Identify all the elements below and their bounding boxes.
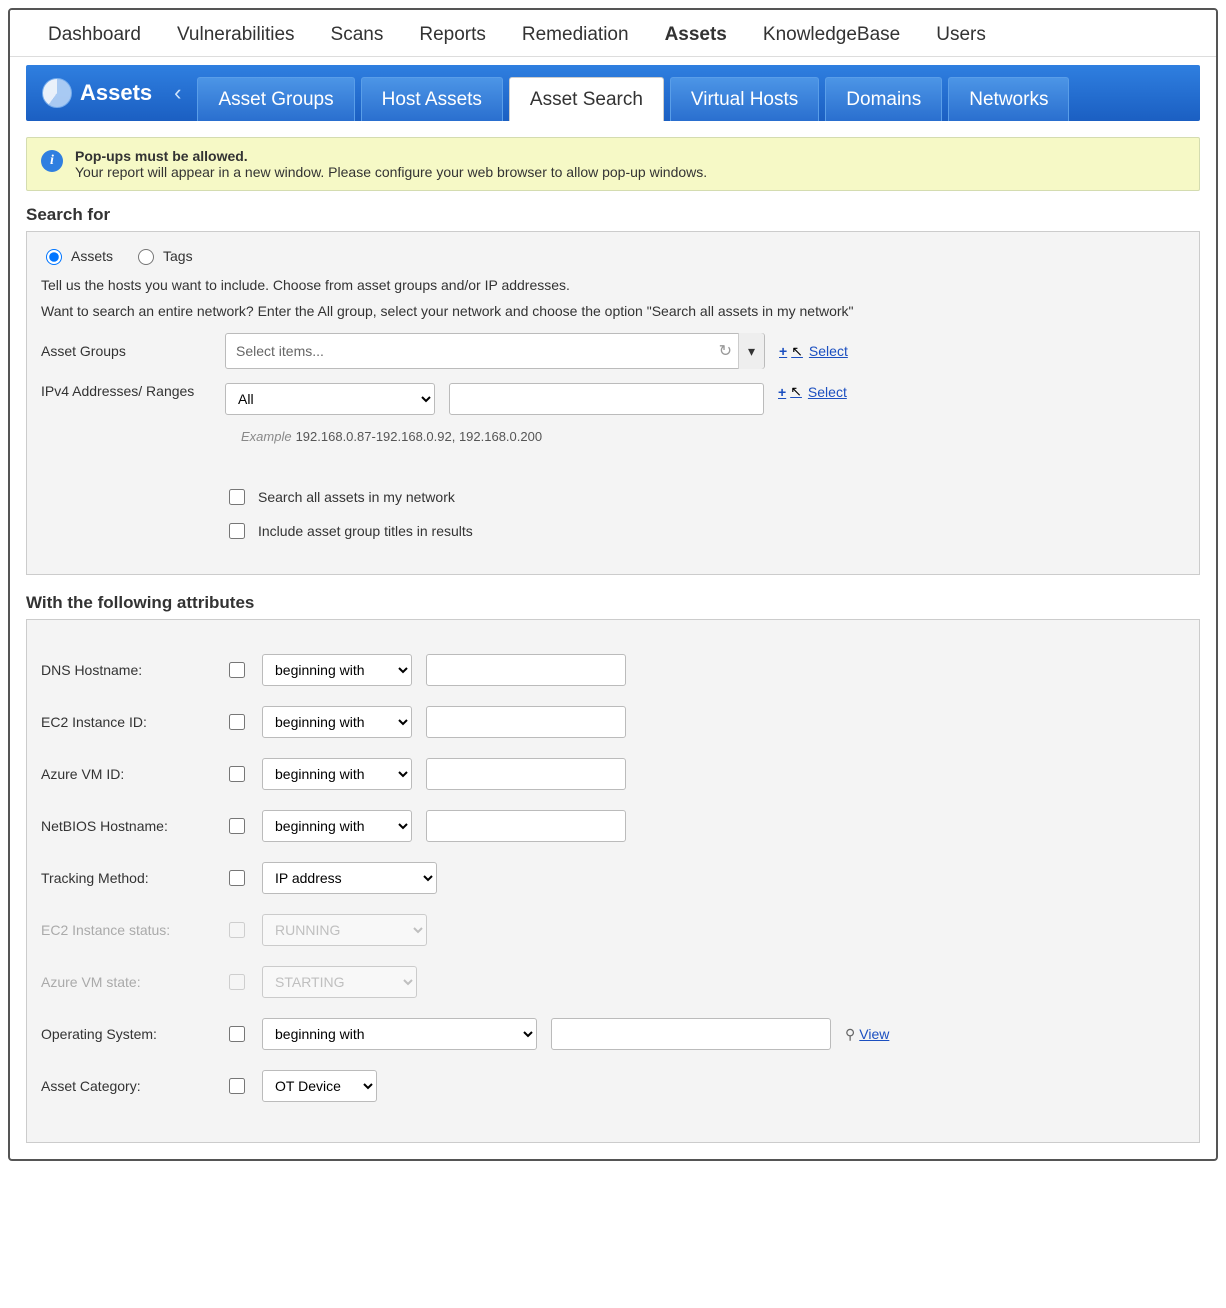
nav-assets[interactable]: Assets [647,18,745,52]
tab-virtual-hosts[interactable]: Virtual Hosts [670,77,819,121]
dns-op[interactable]: beginning with [262,654,412,686]
asset-groups-selector[interactable]: Select items... ↻ ▾ [225,333,765,369]
tab-domains[interactable]: Domains [825,77,942,121]
help-line-2: Want to search an entire network? Enter … [41,303,1185,319]
ec2id-value[interactable] [426,706,626,738]
netbios-op[interactable]: beginning with [262,810,412,842]
azurestate-op: STARTING [262,966,417,998]
ipv4-label: IPv4 Addresses/ Ranges [41,383,211,399]
asset-groups-select-link[interactable]: +↖ Select [779,343,848,360]
nav-users[interactable]: Users [918,18,1004,52]
nav-reports[interactable]: Reports [401,18,504,52]
tab-asset-search[interactable]: Asset Search [509,77,664,121]
azurevmid-value[interactable] [426,758,626,790]
info-banner: i Pop-ups must be allowed. Your report w… [26,137,1200,191]
dns-value[interactable] [426,654,626,686]
nav-vulnerabilities[interactable]: Vulnerabilities [159,18,313,52]
radio-tags[interactable]: Tags [133,246,193,265]
azurevmid-cb[interactable] [229,766,245,782]
subnav-title: Assets [26,65,164,121]
radio-assets-label: Assets [71,248,113,264]
ec2status-op: RUNNING [262,914,427,946]
sub-nav: Assets ‹ Asset Groups Host Assets Asset … [26,65,1200,121]
azurevmid-label: Azure VM ID: [41,766,211,782]
netbios-label: NetBIOS Hostname: [41,818,211,834]
plus-icon: + [778,384,786,400]
asset-groups-placeholder: Select items... [236,343,713,359]
nav-remediation[interactable]: Remediation [504,18,647,52]
nav-knowledgebase[interactable]: KnowledgeBase [745,18,918,52]
azurevmid-op[interactable]: beginning with [262,758,412,790]
ipv4-scope-select[interactable]: All [225,383,435,415]
cb-include-titles[interactable] [229,523,245,539]
ec2id-cb[interactable] [229,714,245,730]
subnav-title-text: Assets [80,80,152,106]
radio-assets-input[interactable] [46,249,62,265]
cb-search-network-label: Search all assets in my network [258,489,455,505]
reload-icon[interactable]: ↻ [713,341,738,361]
search-for-panel: Assets Tags Tell us the hosts you want t… [26,231,1200,575]
ipv4-example: Example192.168.0.87-192.168.0.92, 192.16… [241,429,1185,444]
assets-icon [42,78,72,108]
top-nav: Dashboard Vulnerabilities Scans Reports … [10,10,1216,57]
ec2id-label: EC2 Instance ID: [41,714,211,730]
magnifier-icon: ⚲ [845,1026,855,1042]
os-op[interactable]: beginning with [262,1018,537,1050]
help-line-1: Tell us the hosts you want to include. C… [41,277,1185,293]
netbios-value[interactable] [426,810,626,842]
radio-tags-label: Tags [163,248,193,264]
cb-include-titles-label: Include asset group titles in results [258,523,473,539]
search-for-header: Search for [26,205,1200,225]
collapse-chevron-icon[interactable]: ‹ [164,65,191,121]
attributes-header: With the following attributes [26,593,1200,613]
info-icon: i [41,150,63,172]
dns-label: DNS Hostname: [41,662,211,678]
os-view-link[interactable]: ⚲View [845,1026,889,1043]
tracking-op[interactable]: IP address [262,862,437,894]
nav-dashboard[interactable]: Dashboard [30,18,159,52]
banner-body: Your report will appear in a new window.… [75,164,707,180]
tracking-label: Tracking Method: [41,870,211,886]
ipv4-select-link[interactable]: +↖ Select [778,383,847,400]
os-cb[interactable] [229,1026,245,1042]
cursor-icon: ↖ [791,343,803,360]
cursor-icon: ↖ [790,383,802,400]
cb-search-network[interactable] [229,489,245,505]
tab-asset-groups[interactable]: Asset Groups [197,77,354,121]
asset-groups-label: Asset Groups [41,343,211,359]
os-label: Operating System: [41,1026,211,1042]
ec2status-cb [229,922,245,938]
tracking-cb[interactable] [229,870,245,886]
assetcat-op[interactable]: OT Device [262,1070,377,1102]
plus-icon: + [779,343,787,359]
radio-tags-input[interactable] [138,249,154,265]
ec2status-label: EC2 Instance status: [41,922,211,938]
tab-host-assets[interactable]: Host Assets [361,77,503,121]
nav-scans[interactable]: Scans [313,18,402,52]
azurestate-label: Azure VM state: [41,974,211,990]
ec2id-op[interactable]: beginning with [262,706,412,738]
dns-cb[interactable] [229,662,245,678]
netbios-cb[interactable] [229,818,245,834]
assetcat-label: Asset Category: [41,1078,211,1094]
ipv4-input[interactable] [449,383,764,415]
banner-title: Pop-ups must be allowed. [75,148,707,164]
azurestate-cb [229,974,245,990]
tab-networks[interactable]: Networks [948,77,1069,121]
radio-assets[interactable]: Assets [41,246,113,265]
dropdown-icon[interactable]: ▾ [738,333,764,369]
attributes-panel: DNS Hostname: beginning with EC2 Instanc… [26,619,1200,1143]
os-value[interactable] [551,1018,831,1050]
assetcat-cb[interactable] [229,1078,245,1094]
